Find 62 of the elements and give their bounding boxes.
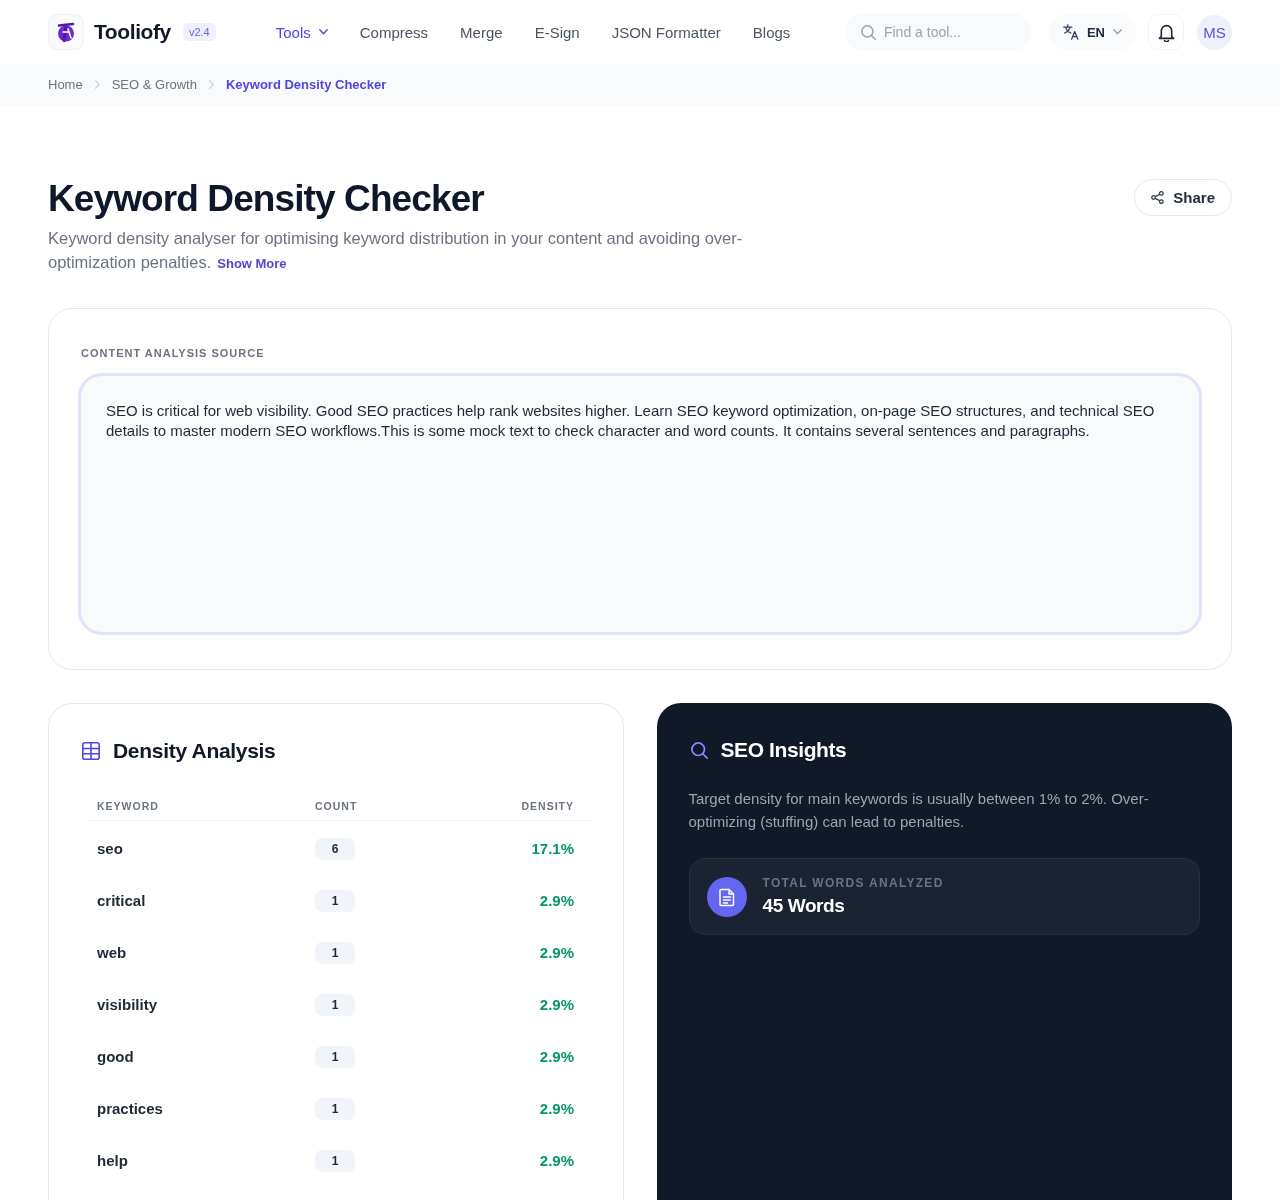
search-icon <box>860 25 876 40</box>
translate-icon <box>1062 24 1079 40</box>
keyword-text: good <box>97 1048 134 1065</box>
nav-link[interactable]: Merge <box>460 23 503 41</box>
stat-value: 45 Words <box>762 895 846 917</box>
count-badge: 1 <box>315 1150 355 1172</box>
nav-dropdown[interactable]: Tools <box>275 23 328 41</box>
density-value: 2.9% <box>539 996 574 1013</box>
count-badge: 1 <box>315 1046 355 1068</box>
column-header: DENSITY <box>521 800 574 812</box>
page-title: Keyword Density Checker <box>48 177 485 221</box>
table-icon <box>82 742 100 760</box>
show-more-link[interactable]: Show More <box>217 256 287 271</box>
chevron-down-icon <box>318 29 328 35</box>
nav-link[interactable]: E-Sign <box>534 23 580 41</box>
count-badge: 1 <box>315 942 355 964</box>
density-value: 2.9% <box>539 1152 574 1169</box>
page-description: Keyword density analyser for optimising keyword distribution in your content and avoiding over-optimization penalties. Show More <box>48 228 744 273</box>
notification-button[interactable] <box>1148 14 1184 50</box>
density-value: 2.9% <box>539 892 574 909</box>
keyword-text: seo <box>97 840 123 857</box>
version-badge: v2.4 <box>182 23 216 41</box>
breadcrumb-link[interactable]: Keyword Density Checker <box>225 77 387 92</box>
keyword-text: help <box>97 1152 128 1169</box>
chevron-down-icon <box>1113 29 1122 35</box>
content-textarea[interactable]: SEO is critical for web visibility. Good SEO practices help rank websites higher. Learn SEO keyword optimization, on-page SEO structures, and technical SEO details to master modern SEO workflows.This is some mock text to check character and word counts. It contains several sentences and paragraphs. <box>78 373 1202 635</box>
logo-icon <box>48 14 84 50</box>
share-icon <box>1151 191 1165 204</box>
search-field[interactable]: Find a tool... <box>844 13 1031 51</box>
breadcrumb-link[interactable]: SEO & Growth <box>111 77 197 92</box>
count-badge: 1 <box>315 1098 355 1120</box>
count-badge: 1 <box>315 994 355 1016</box>
density-value: 2.9% <box>539 1100 574 1117</box>
document-icon <box>706 876 747 917</box>
count-badge: 1 <box>315 890 355 912</box>
nav-link[interactable]: Blogs <box>752 23 791 41</box>
chevron-right-icon <box>208 80 214 89</box>
keyword-text: critical <box>97 892 146 909</box>
stat-label: TOTAL WORDS ANALYZED <box>762 876 944 890</box>
column-header: COUNT <box>315 800 358 812</box>
density-value: 2.9% <box>539 1048 574 1065</box>
chevron-right-icon <box>94 80 100 89</box>
density-value: 2.9% <box>539 944 574 961</box>
user-avatar[interactable]: MS <box>1197 14 1232 50</box>
language-button[interactable]: EN <box>1048 14 1136 50</box>
count-badge: 6 <box>315 838 355 860</box>
column-header: KEYWORD <box>97 800 159 812</box>
section-title: Density Analysis <box>113 739 276 763</box>
breadcrumb-link[interactable]: Home <box>48 77 83 92</box>
search-icon <box>690 741 708 759</box>
section-title: SEO Insights <box>720 738 847 762</box>
section-label: CONTENT ANALYSIS SOURCE <box>81 347 265 360</box>
keyword-text: web <box>97 944 127 961</box>
brand-name[interactable]: Tooliofy <box>94 20 171 44</box>
share-button[interactable]: Share <box>1134 179 1232 216</box>
nav-link[interactable]: JSON Formatter <box>611 23 721 41</box>
density-value: 17.1% <box>531 840 574 857</box>
keyword-text: visibility <box>97 996 158 1013</box>
keyword-text: practices <box>97 1100 163 1117</box>
bell-icon <box>1157 22 1175 42</box>
insight-text: Target density for main keywords is usually between 1% to 2%. Over-optimizing (stuffing) can lead to penalties. <box>688 789 1150 832</box>
nav-link[interactable]: Compress <box>359 23 429 41</box>
